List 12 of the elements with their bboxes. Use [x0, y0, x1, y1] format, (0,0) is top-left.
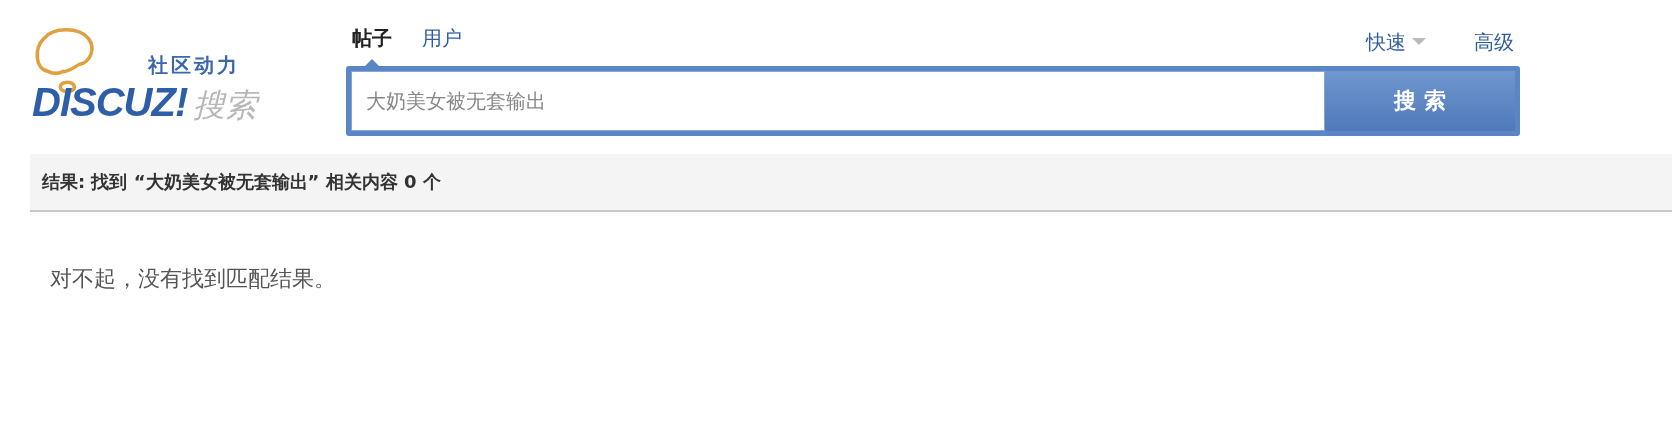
logo-tagline: 社区动力 — [148, 52, 240, 79]
logo-wordmark: DISCUZ! — [32, 80, 188, 125]
caret-icon — [1412, 38, 1426, 46]
search-field[interactable]: 大奶美女被无套输出 — [351, 71, 1325, 131]
search-tab[interactable]: 用户 — [422, 25, 462, 66]
search-button[interactable]: 搜 索 — [1325, 71, 1515, 131]
advanced-search-link[interactable]: 高级 — [1474, 28, 1514, 56]
search-tab[interactable]: 帖子 — [352, 25, 392, 66]
results-summary: 结果: 找到 “大奶美女被无套输出” 相关内容 0 个 — [30, 154, 1672, 212]
no-results-message: 对不起，没有找到匹配结果。 — [50, 265, 336, 293]
logo-search-text: 搜索 — [193, 85, 258, 126]
quick-search-dropdown[interactable]: 快速 — [1366, 28, 1426, 56]
